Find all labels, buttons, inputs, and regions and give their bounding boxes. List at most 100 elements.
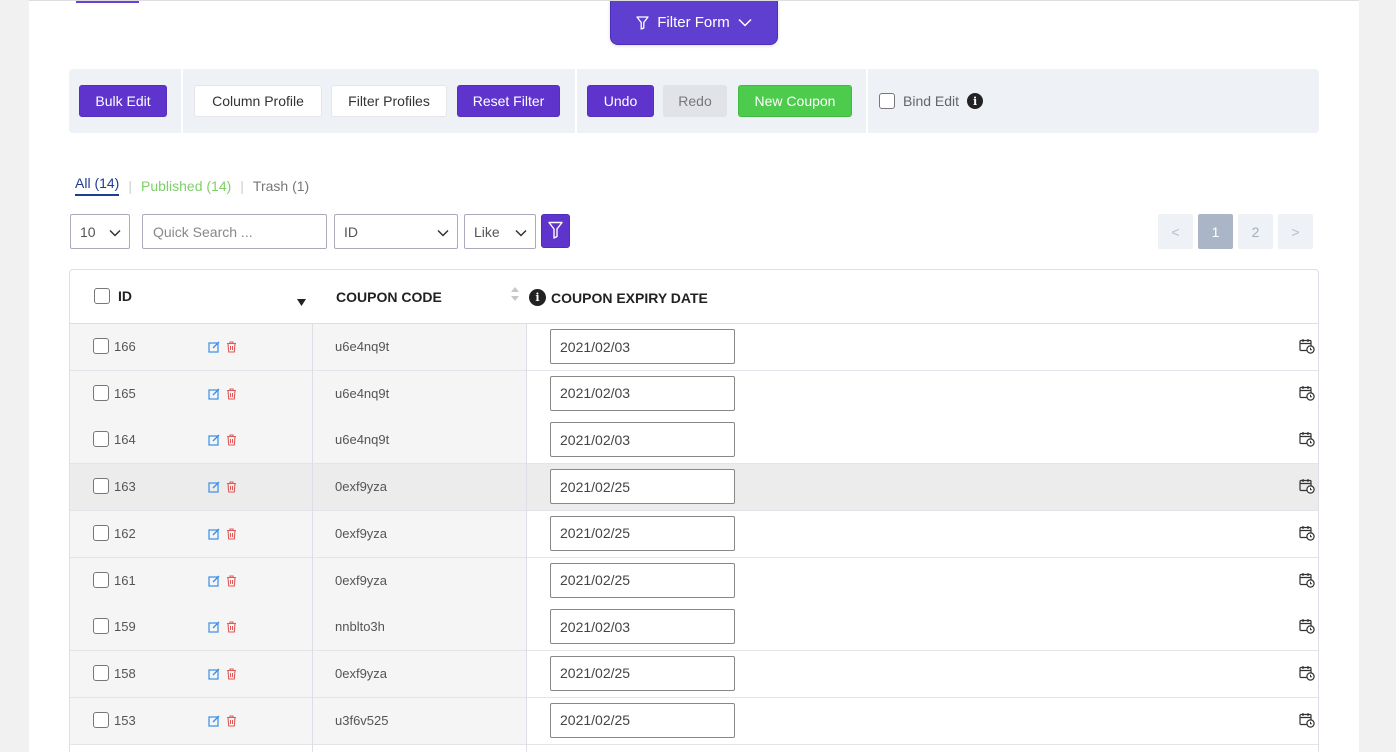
calendar-clock-icon[interactable] — [1299, 431, 1315, 450]
edit-icon[interactable] — [208, 620, 220, 636]
pagination-prev[interactable]: < — [1158, 214, 1193, 249]
trash-icon[interactable] — [226, 667, 237, 683]
pagination-next[interactable]: > — [1278, 214, 1313, 249]
edit-icon[interactable] — [208, 387, 220, 403]
trash-icon[interactable] — [226, 620, 237, 636]
row-expiry-cell: 2021/02/25 — [527, 464, 1318, 511]
expiry-date-input[interactable]: 2021/02/03 — [550, 609, 735, 645]
table-row[interactable]: 163 0exf9yza 2021/02/25 — [70, 464, 1318, 512]
header-coupon-code[interactable]: COUPON CODE — [336, 289, 442, 305]
row-code-cell[interactable]: 0exf9yza — [313, 510, 526, 557]
quick-search-input[interactable] — [142, 214, 327, 249]
new-coupon-button[interactable]: New Coupon — [738, 85, 852, 117]
table-row[interactable]: 161 0exf9yza 2021/02/25 — [70, 557, 1318, 605]
trash-icon[interactable] — [226, 340, 237, 356]
expiry-date-input[interactable]: 2021/02/25 — [550, 655, 735, 691]
calendar-clock-icon[interactable] — [1299, 618, 1315, 637]
row-code-cell[interactable]: 0exf9yza — [313, 650, 526, 697]
edit-icon[interactable] — [208, 667, 220, 683]
row-code-cell[interactable]: u6e4nq9t — [313, 417, 526, 464]
reset-filter-button[interactable]: Reset Filter — [457, 85, 560, 117]
per-page-select[interactable]: 10 — [70, 214, 130, 249]
calendar-clock-icon[interactable] — [1299, 712, 1315, 731]
table-row[interactable]: 158 0exf9yza 2021/02/25 — [70, 650, 1318, 698]
search-operator-select[interactable]: Like — [464, 214, 536, 249]
coupon-code: 0exf9yza — [335, 572, 388, 588]
row-code-cell[interactable]: 0exf9yza — [313, 464, 526, 511]
table-row[interactable]: 162 0exf9yza 2021/02/25 — [70, 510, 1318, 558]
coupon-code: 0exf9yza — [335, 665, 388, 681]
expiry-date-input[interactable]: 2021/02/03 — [550, 375, 735, 411]
pagination-page[interactable]: 1 — [1198, 214, 1233, 249]
filter-profiles-button[interactable]: Filter Profiles — [331, 85, 447, 117]
trash-icon[interactable] — [226, 387, 237, 403]
row-checkbox[interactable] — [93, 338, 109, 354]
tab-all[interactable]: All (14) — [75, 175, 120, 196]
trash-icon[interactable] — [226, 433, 237, 449]
table-row[interactable]: 166 u6e4nq9t 2021/02/03 — [70, 324, 1318, 371]
table-row[interactable]: 159 nnblto3h 2021/02/03 — [70, 604, 1318, 652]
sort-icon[interactable] — [511, 287, 519, 304]
row-checkbox[interactable] — [93, 571, 109, 588]
calendar-clock-icon[interactable] — [1299, 385, 1315, 404]
bulk-edit-button[interactable]: Bulk Edit — [79, 85, 167, 117]
row-checkbox[interactable] — [93, 664, 109, 681]
redo-button[interactable]: Redo — [663, 85, 727, 117]
trash-icon[interactable] — [226, 480, 237, 496]
tab-trash[interactable]: Trash (1) — [253, 178, 309, 194]
tab-published[interactable]: Published (14) — [141, 178, 231, 194]
row-checkbox[interactable] — [93, 524, 109, 541]
calendar-clock-icon[interactable] — [1299, 572, 1315, 591]
apply-filter-button[interactable] — [541, 214, 570, 248]
row-code-cell[interactable]: nnblto3h — [313, 604, 526, 651]
row-checkbox[interactable] — [93, 618, 109, 635]
header-expiry-date[interactable]: i COUPON EXPIRY DATE — [529, 289, 708, 306]
search-field-select[interactable]: ID — [334, 214, 458, 249]
bind-edit-checkbox[interactable] — [879, 93, 895, 109]
row-code-cell[interactable]: u3f6v525 — [313, 697, 526, 744]
status-tabs: All (14) | Published (14) | Trash (1) — [75, 175, 309, 196]
row-code-cell[interactable]: 0exf9yza — [313, 557, 526, 604]
table-row[interactable]: 164 u6e4nq9t 2021/02/03 — [70, 417, 1318, 465]
table-row[interactable]: 153 u3f6v525 2021/02/25 — [70, 697, 1318, 745]
header-id[interactable]: ID — [94, 288, 132, 304]
calendar-clock-icon[interactable] — [1299, 338, 1315, 357]
expiry-date-input[interactable]: 2021/02/25 — [550, 702, 735, 738]
search-field-value: ID — [344, 223, 358, 240]
row-checkbox[interactable] — [93, 431, 109, 448]
edit-icon[interactable] — [208, 480, 220, 496]
edit-icon[interactable] — [208, 340, 220, 356]
info-icon[interactable]: i — [967, 93, 984, 109]
row-code-cell[interactable]: u6e4nq9t — [313, 370, 526, 417]
column-profile-button[interactable]: Column Profile — [194, 85, 322, 117]
row-checkbox[interactable] — [93, 711, 109, 728]
edit-icon[interactable] — [208, 527, 220, 543]
filter-form-toggle[interactable]: Filter Form — [610, 1, 778, 45]
pagination-page[interactable]: 2 — [1238, 214, 1273, 249]
info-icon[interactable]: i — [529, 289, 546, 306]
expiry-date-input[interactable]: 2021/02/03 — [550, 422, 735, 458]
calendar-clock-icon[interactable] — [1299, 525, 1315, 544]
select-all-checkbox[interactable] — [94, 288, 110, 304]
funnel-icon — [636, 15, 649, 30]
edit-icon[interactable] — [208, 433, 220, 449]
edit-icon[interactable] — [208, 574, 220, 590]
edit-icon[interactable] — [208, 714, 220, 730]
table-row[interactable]: 165 u6e4nq9t 2021/02/03 — [70, 370, 1318, 418]
row-checkbox[interactable] — [93, 478, 109, 495]
sort-desc-icon[interactable] — [297, 293, 306, 309]
row-checkbox[interactable] — [93, 384, 109, 401]
calendar-clock-icon[interactable] — [1299, 478, 1315, 497]
trash-icon[interactable] — [226, 574, 237, 590]
calendar-clock-icon[interactable] — [1299, 665, 1315, 684]
undo-button[interactable]: Undo — [587, 85, 654, 117]
row-id: 162 — [114, 525, 136, 541]
trash-icon[interactable] — [226, 527, 237, 543]
expiry-date-input[interactable]: 2021/02/25 — [550, 469, 735, 505]
row-code-cell[interactable]: u6e4nq9t — [313, 324, 526, 370]
expiry-date-input[interactable]: 2021/02/25 — [550, 562, 735, 598]
row-id-cell: 153 — [70, 697, 312, 744]
trash-icon[interactable] — [226, 714, 237, 730]
expiry-date-input[interactable]: 2021/02/25 — [550, 515, 735, 551]
expiry-date-input[interactable]: 2021/02/03 — [550, 329, 735, 364]
